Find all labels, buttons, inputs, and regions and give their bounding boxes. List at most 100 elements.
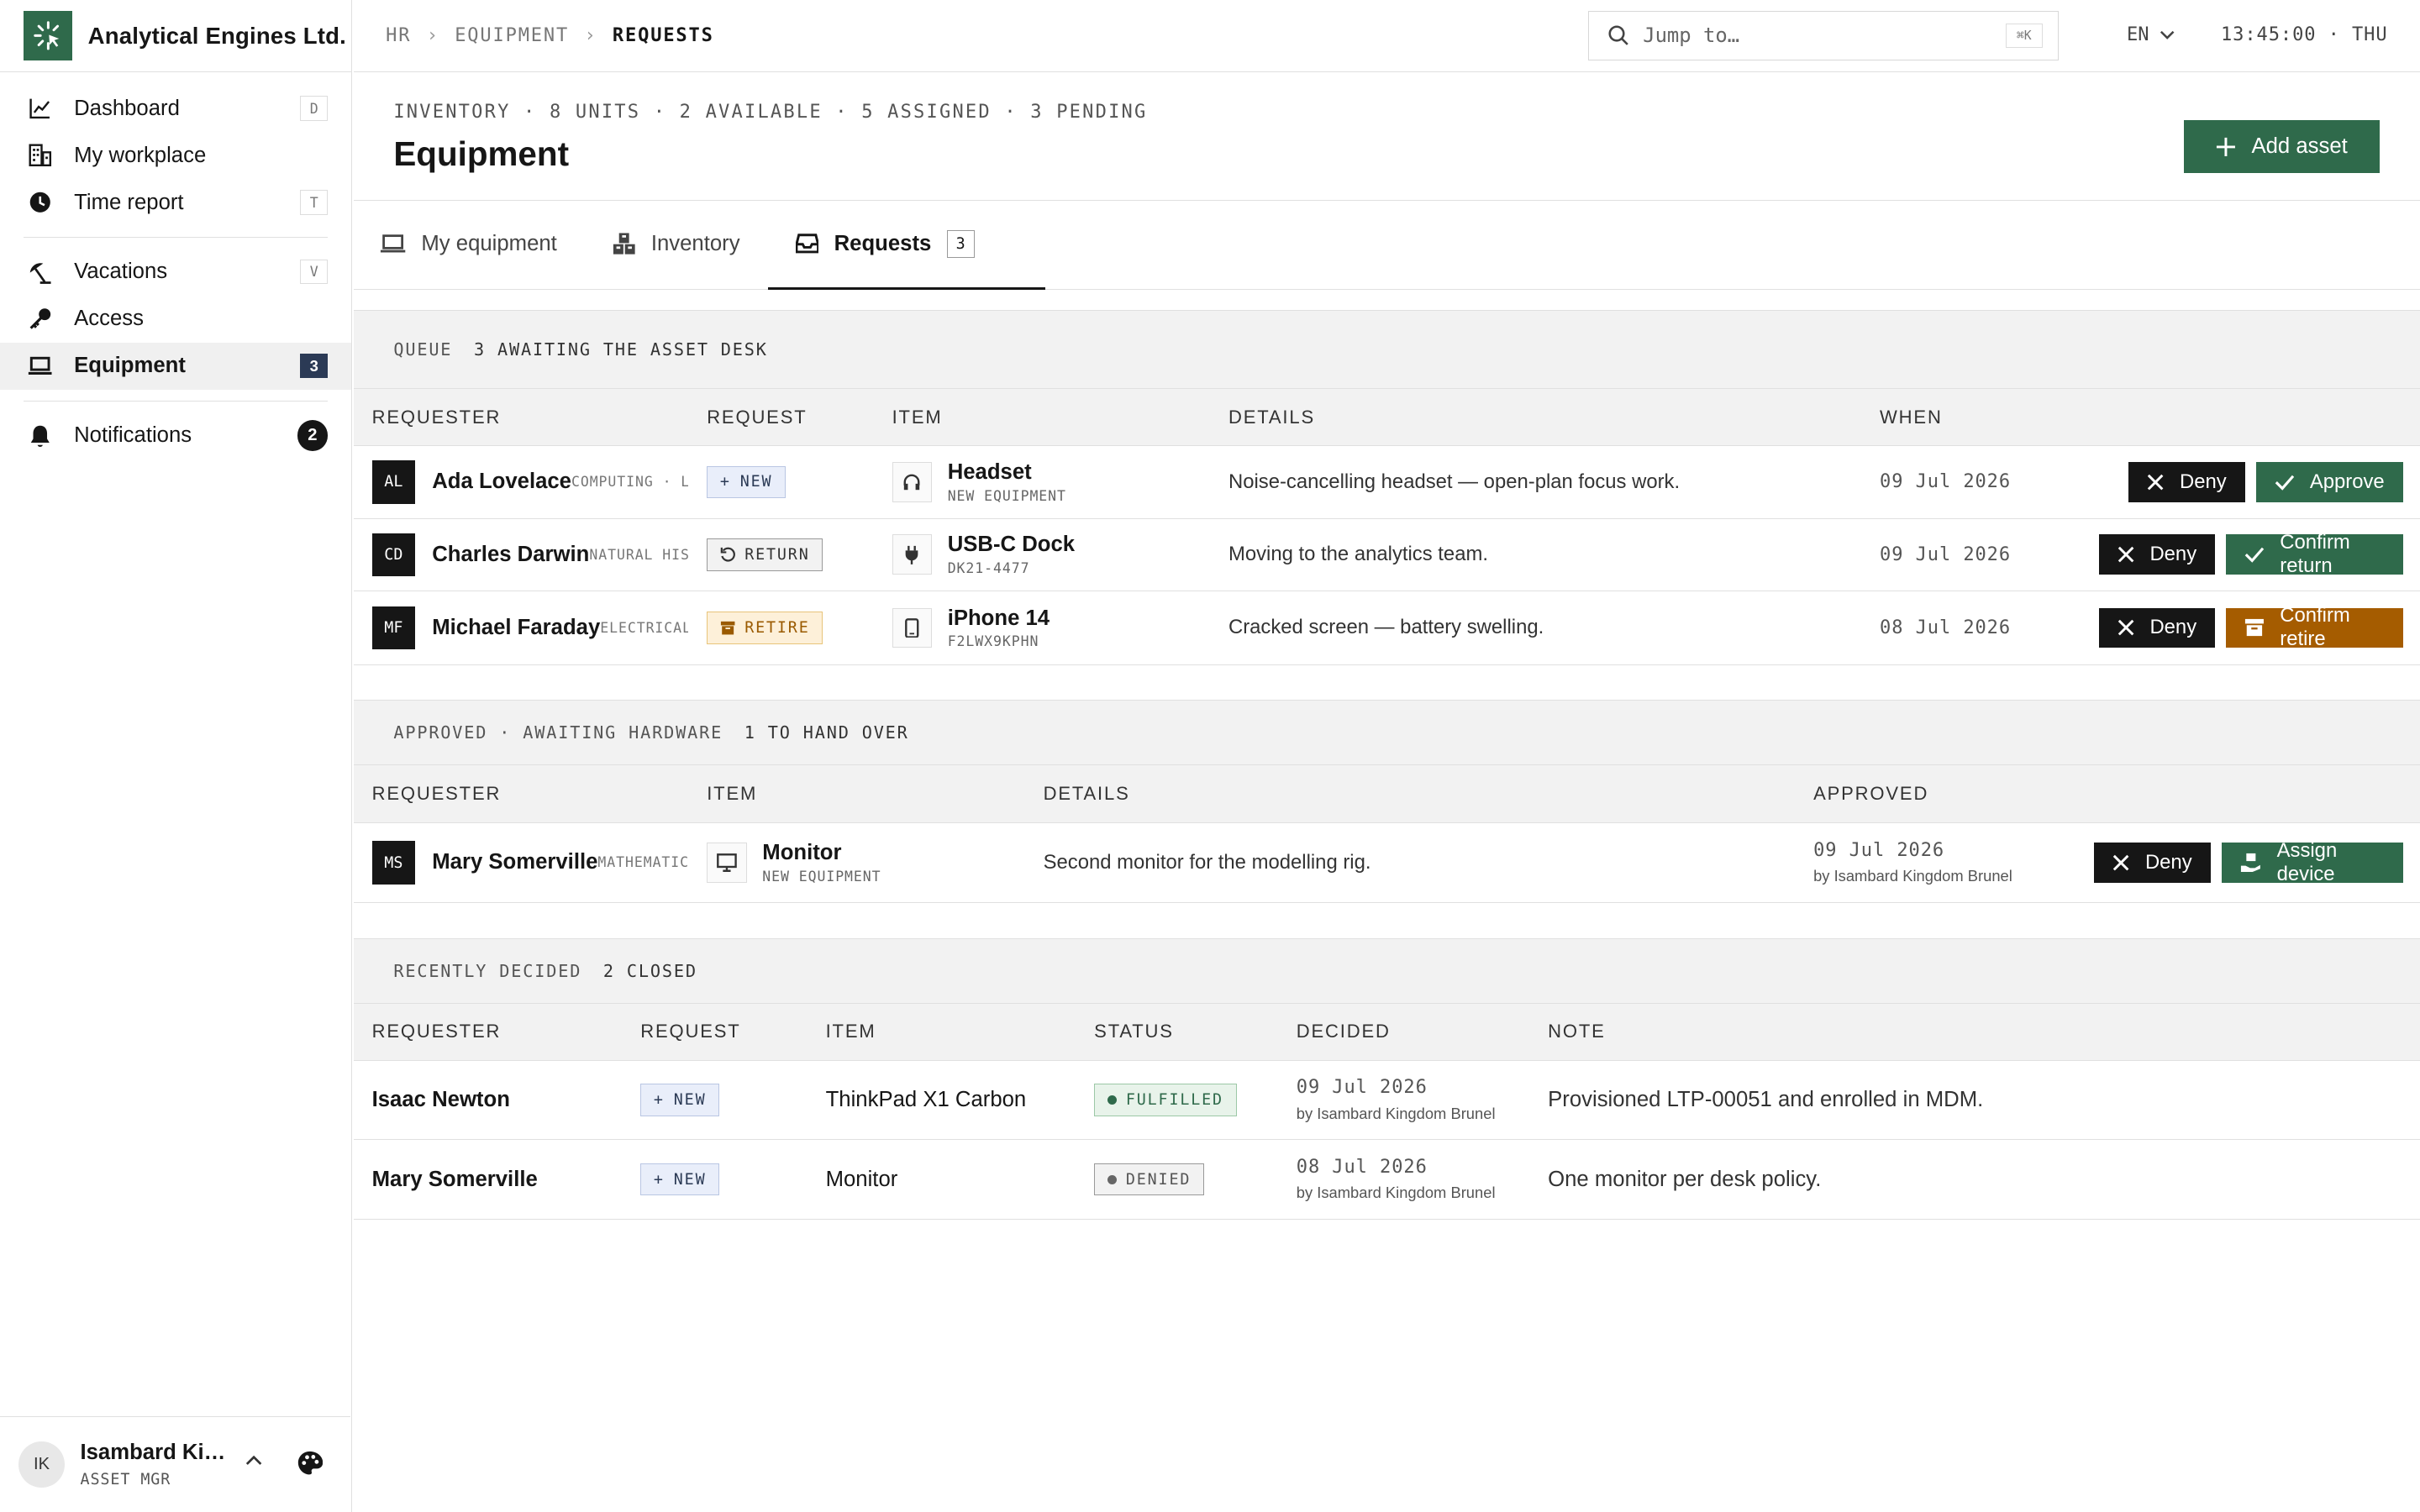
tab-label: My equipment: [421, 231, 557, 255]
column-header[interactable]: STATUS: [1076, 1003, 1278, 1062]
sidebar-item-notifications[interactable]: Notifications 2: [24, 412, 329, 459]
shortcut-hint: V: [300, 260, 329, 285]
section-header: QUEUE 3 AWAITING THE ASSET DESK: [353, 310, 2420, 389]
request-type-badge: RETIRE: [707, 612, 823, 644]
breadcrumb-hr[interactable]: HR: [386, 25, 411, 46]
column-header[interactable]: DECIDED: [1277, 1003, 1530, 1062]
decided-cell: 08 Jul 2026 by Isambard Kingdom Brunel: [1277, 1139, 1530, 1221]
tab-inventory[interactable]: Inventory: [613, 201, 740, 287]
deny-button[interactable]: Deny: [2098, 534, 2216, 575]
search-shortcut: ⌘K: [2005, 23, 2043, 48]
language-select[interactable]: EN: [2127, 24, 2175, 45]
confirm-return-label: Confirm return: [2280, 531, 2350, 578]
table-row: MS Mary SomervilleMATHEMATIC Monitor NEW E…: [353, 822, 2420, 904]
note-cell: Provisioned LTP-00051 and enrolled in MD…: [1529, 1060, 2420, 1140]
details-cell: Second monitor for the modelling rig.: [1024, 822, 1796, 904]
tab-requests[interactable]: Requests 3: [767, 201, 1046, 291]
sidebar-item-time-report[interactable]: Time report T: [24, 179, 329, 226]
inventory-summary: INVENTORY · 8 UNITS · 2 AVAILABLE · 5 AS…: [393, 102, 1148, 123]
column-header[interactable]: DETAILS: [1209, 388, 1862, 447]
add-asset-label: Add asset: [2251, 134, 2348, 158]
item-cell: USB-C Dock DK21-4477: [873, 518, 1210, 591]
palette-icon[interactable]: [297, 1450, 323, 1476]
beach-umbrella-icon: [28, 260, 52, 284]
notification-count-badge: 2: [297, 420, 329, 451]
queue-section: QUEUE 3 AWAITING THE ASSET DESK REQUESTE…: [353, 310, 2420, 666]
when-cell: 08 Jul 2026: [1861, 591, 2070, 666]
assign-device-label: Assign device: [2276, 839, 2338, 886]
section-sub: 1 TO HAND OVER: [744, 722, 909, 743]
page-title: Equipment: [393, 134, 570, 173]
column-header[interactable]: APPROVED: [1795, 765, 2065, 823]
section-label: RECENTLY DECIDED: [393, 960, 582, 981]
search-input[interactable]: Jump to… ⌘K: [1587, 10, 2060, 60]
breadcrumb: HR › EQUIPMENT › REQUESTS: [386, 25, 714, 46]
column-header[interactable]: REQUESTER: [353, 1003, 623, 1062]
deny-button[interactable]: Deny: [2094, 843, 2211, 883]
tab-label: Requests: [834, 231, 932, 255]
brand[interactable]: Analytical Engines Ltd.: [0, 0, 351, 73]
tab-label: Inventory: [650, 231, 740, 255]
request-type-badge: RETURN: [707, 538, 823, 571]
hand-package-icon: [2240, 853, 2262, 873]
column-header[interactable]: DETAILS: [1024, 765, 1796, 823]
clock-icon: [28, 190, 52, 214]
confirm-return-button[interactable]: Confirm return: [2226, 531, 2403, 578]
avatar: AL: [371, 460, 416, 504]
close-icon: [2118, 619, 2134, 636]
request-type-badge: + NEW: [707, 465, 786, 499]
details-cell: Noise-cancelling headset — open-plan foc…: [1209, 445, 1862, 519]
requester-dept: MATHEMATIC: [597, 854, 689, 871]
chart-line-icon: [28, 96, 52, 120]
section-header: APPROVED · AWAITING HARDWARE 1 TO HAND O…: [353, 701, 2420, 766]
sidebar-item-vacations[interactable]: Vacations V: [24, 249, 329, 296]
sidebar: Analytical Engines Ltd. Dashboard D My w…: [0, 0, 352, 1512]
sidebar-item-access[interactable]: Access: [24, 296, 329, 343]
assign-device-button[interactable]: Assign device: [2221, 839, 2403, 885]
request-cell: RETURN: [688, 518, 874, 591]
column-header[interactable]: REQUEST: [688, 388, 874, 447]
add-asset-button[interactable]: Add asset: [2183, 120, 2381, 173]
table-row: CD Charles DarwinNATURAL HIS RETURN USB-C…: [353, 518, 2420, 591]
monitor-icon: [707, 843, 747, 883]
actions-cell: Deny Approve: [2069, 445, 2420, 519]
confirm-retire-button[interactable]: Confirm retire: [2226, 604, 2403, 650]
sidebar-item-dashboard[interactable]: Dashboard D: [24, 85, 329, 132]
approve-button[interactable]: Approve: [2255, 462, 2403, 502]
page-header: INVENTORY · 8 UNITS · 2 AVAILABLE · 5 AS…: [353, 72, 2420, 201]
approved-cell: 09 Jul 2026 by Isambard Kingdom Brunel: [1795, 822, 2065, 904]
tab-my-equipment[interactable]: My equipment: [380, 201, 557, 287]
deny-button[interactable]: Deny: [2098, 607, 2216, 648]
plus-icon: +: [653, 1170, 665, 1189]
check-icon: [2275, 474, 2295, 491]
chevron-up-icon[interactable]: [245, 1454, 262, 1467]
status-cell: DENIED: [1076, 1139, 1278, 1221]
table-header-row: REQUESTER REQUEST ITEM STATUS DECIDED NO…: [353, 1003, 2420, 1062]
column-header[interactable]: WHEN: [1861, 388, 2070, 447]
request-type: NEW: [739, 473, 773, 491]
item-name: USB-C Dock: [947, 533, 1076, 557]
item-sub: F2LWX9KPHN: [947, 633, 1039, 650]
requester-cell: MS Mary SomervilleMATHEMATIC: [353, 822, 689, 904]
column-header[interactable]: NOTE: [1529, 1003, 2420, 1062]
deny-button[interactable]: Deny: [2128, 462, 2245, 502]
column-header[interactable]: REQUEST: [622, 1003, 808, 1062]
user-menu[interactable]: IK Isambard Ki… ASSET MGR: [0, 1416, 350, 1512]
when-cell: 09 Jul 2026: [1861, 518, 2070, 591]
breadcrumb-equipment[interactable]: EQUIPMENT: [455, 25, 569, 46]
request-cell: + NEW: [688, 445, 874, 519]
requester-cell: MF Michael FaradayELECTRICAL: [353, 591, 689, 666]
sidebar-item-equipment[interactable]: Equipment 3: [0, 342, 351, 390]
table-row: Mary Somerville + NEW Monitor DENIED 08 J…: [353, 1139, 2420, 1221]
deny-label: Deny: [2149, 543, 2197, 566]
decided-cell: 09 Jul 2026 by Isambard Kingdom Brunel: [1277, 1060, 1530, 1140]
actions-cell: Deny Confirm return: [2069, 518, 2420, 591]
column-header[interactable]: REQUESTER: [353, 765, 689, 823]
sidebar-item-label: Dashboard: [74, 96, 180, 120]
column-header[interactable]: REQUESTER: [353, 388, 689, 447]
chevron-right-icon: ›: [584, 25, 597, 47]
column-header[interactable]: ITEM: [688, 765, 1025, 823]
column-header[interactable]: ITEM: [873, 388, 1210, 447]
column-header[interactable]: ITEM: [807, 1003, 1076, 1062]
sidebar-item-my-workplace[interactable]: My workplace: [24, 132, 329, 179]
